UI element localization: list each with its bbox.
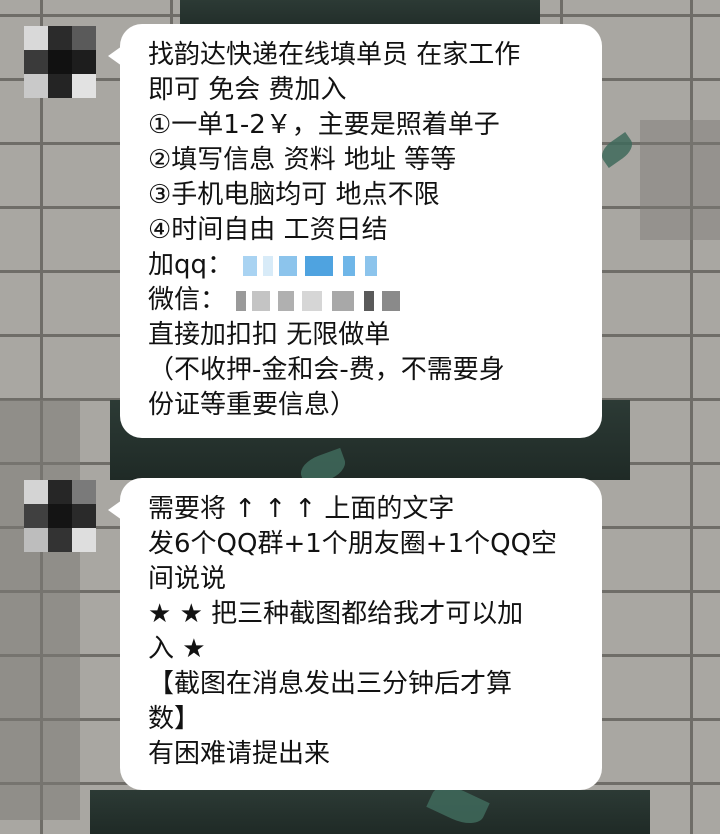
- avatar-pixel: [48, 480, 72, 504]
- message-line: ★ ★ 把三种截图都给我才可以加: [148, 599, 524, 629]
- message-line: 入 ★: [148, 634, 206, 664]
- avatar-pixel: [48, 528, 72, 552]
- message-bubble[interactable]: 需要将 ↑ ↑ ↑ 上面的文字 发6个QQ群+1个朋友圈+1个QQ空 间说说 ★…: [108, 478, 602, 790]
- message-line: 间说说: [148, 564, 227, 594]
- avatar[interactable]: [24, 480, 96, 552]
- redacted-qq-number: [239, 255, 389, 276]
- message-line: 直接加扣扣 无限做单: [148, 320, 391, 350]
- avatar-pixel: [48, 504, 72, 528]
- redacted-wechat-id: [232, 290, 412, 311]
- message-bubble[interactable]: 找韵达快递在线填单员 在家工作 即可 免会 费加入 ①一单1-2￥，主要是照着单…: [108, 24, 602, 438]
- message-line: 即可 免会 费加入: [148, 75, 347, 105]
- wechat-line: 微信：: [148, 283, 584, 318]
- wallpaper-dark-window: [90, 790, 650, 834]
- message-line: 发6个QQ群+1个朋友圈+1个QQ空: [148, 529, 558, 559]
- qq-label: 加qq：: [148, 250, 234, 280]
- message-line: 需要将 ↑ ↑ ↑ 上面的文字: [148, 494, 455, 524]
- avatar-pixel: [72, 504, 96, 528]
- avatar-pixel: [24, 26, 48, 50]
- message-line: ①一单1-2￥，主要是照着单子: [148, 110, 500, 140]
- message-line: ③手机电脑均可 地点不限: [148, 180, 440, 210]
- message-line: ④时间自由 工资日结: [148, 215, 388, 245]
- avatar-pixel: [48, 74, 72, 98]
- wechat-label: 微信：: [148, 285, 227, 315]
- message-line: 份证等重要信息）: [148, 390, 357, 420]
- avatar-pixel: [72, 528, 96, 552]
- avatar-pixel: [72, 50, 96, 74]
- message-line: 找韵达快递在线填单员 在家工作: [148, 40, 521, 70]
- avatar-pixel: [24, 528, 48, 552]
- avatar-pixel: [72, 74, 96, 98]
- message-line: ②填写信息 资料 地址 等等: [148, 145, 457, 175]
- avatar-pixel: [48, 50, 72, 74]
- avatar-pixel: [24, 480, 48, 504]
- wallpaper-leaf: [597, 132, 637, 168]
- message-line: 有困难请提出来: [148, 739, 331, 769]
- avatar-pixel: [72, 26, 96, 50]
- qq-line: 加qq：: [148, 248, 584, 283]
- avatar-pixel: [24, 50, 48, 74]
- message-line: 数】: [148, 704, 201, 734]
- wallpaper-shade: [640, 120, 720, 240]
- message-line: （不收押-金和会-费，不需要身: [148, 355, 505, 385]
- avatar-pixel: [24, 74, 48, 98]
- avatar[interactable]: [24, 26, 96, 98]
- avatar-pixel: [24, 504, 48, 528]
- avatar-pixel: [48, 26, 72, 50]
- message-line: 【截图在消息发出三分钟后才算: [148, 669, 513, 699]
- wallpaper-shade: [0, 400, 80, 820]
- avatar-pixel: [72, 480, 96, 504]
